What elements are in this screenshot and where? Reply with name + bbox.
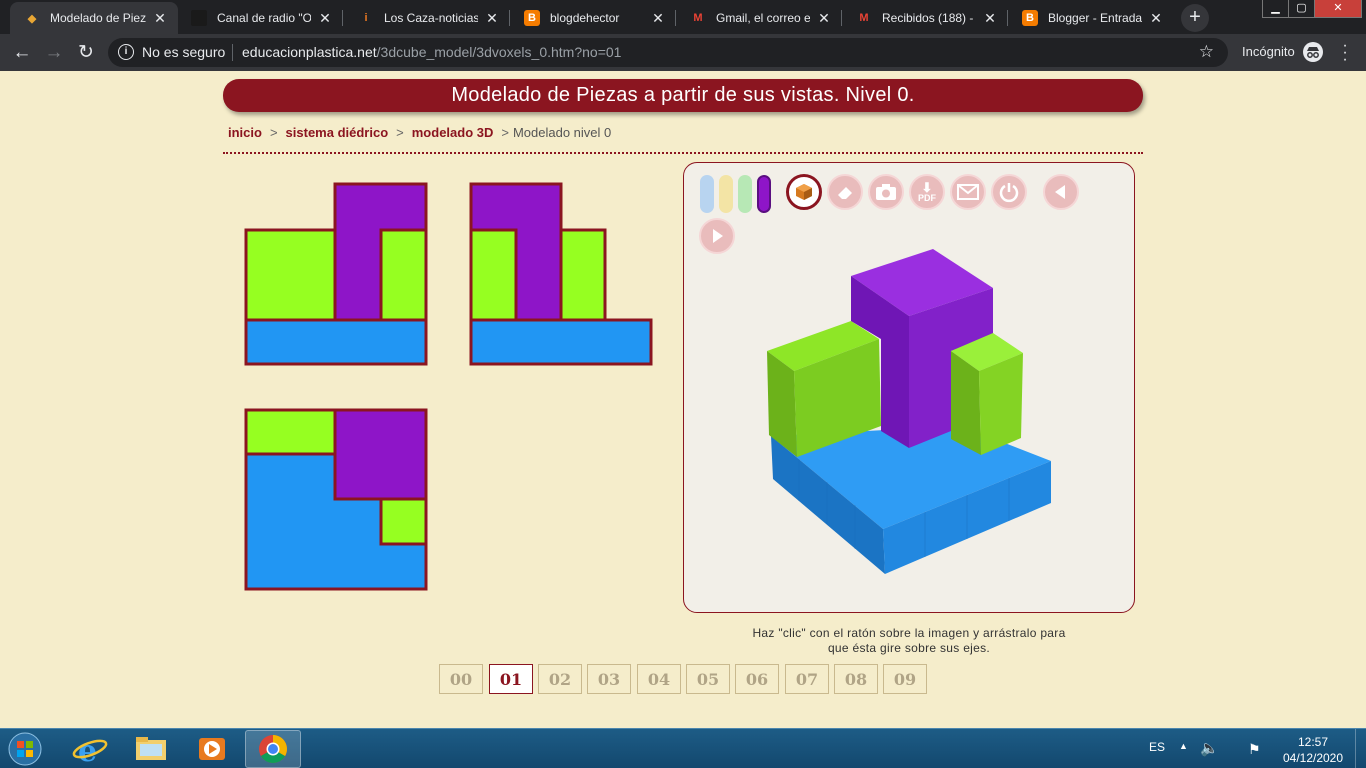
3d-model-render xyxy=(767,249,1051,574)
blogger-logo-icon: B xyxy=(1022,10,1038,26)
tab-title: Blogger - Entradas xyxy=(1048,11,1142,25)
browser-tab[interactable]: i Los Caza-noticias n ✕ xyxy=(344,2,510,34)
level-button-02[interactable]: 02 xyxy=(538,664,582,694)
media-player-icon[interactable] xyxy=(184,730,240,768)
hint-line-2: que ésta gire sobre sus ejes. xyxy=(827,641,991,655)
start-button[interactable] xyxy=(5,731,45,767)
url-host: educacionplastica.net xyxy=(242,44,377,60)
level-button-07[interactable]: 07 xyxy=(785,664,829,694)
side-view xyxy=(469,182,653,366)
clock-date: 04/12/2020 xyxy=(1282,751,1344,765)
volume-icon[interactable]: 🔈 xyxy=(1200,739,1219,757)
bookmark-star-icon[interactable]: ☆ xyxy=(1199,42,1214,62)
breadcrumb-separator: > xyxy=(269,125,278,140)
tab-title: Los Caza-noticias n xyxy=(384,11,478,25)
radio-logo-icon xyxy=(191,10,207,26)
svg-text:e: e xyxy=(78,734,97,768)
url-path: /3dcube_model/3dvoxels_0.htm?no=01 xyxy=(376,44,622,60)
info-logo-icon: i xyxy=(364,12,368,24)
chrome-icon[interactable] xyxy=(245,730,301,768)
incognito-label: Incógnito xyxy=(1242,44,1295,59)
clock[interactable]: 12:57 04/12/2020 xyxy=(1282,734,1344,766)
browser-tab[interactable]: M Gmail, el correo ele ✕ xyxy=(676,2,842,34)
minimize-button[interactable]: ▁ xyxy=(1263,0,1289,17)
windows-taskbar: e ES ▲ 🔈 ⚑ 12:57 04/12/2020 xyxy=(0,728,1366,768)
level-button-09[interactable]: 09 xyxy=(883,664,927,694)
top-view xyxy=(244,408,428,591)
dotted-divider xyxy=(223,152,1143,154)
breadcrumb-modelado-3d[interactable]: modelado 3D xyxy=(412,125,494,140)
show-desktop-button[interactable] xyxy=(1355,729,1366,768)
blogger-logo-icon: B xyxy=(524,10,540,26)
breadcrumb-separator: > xyxy=(501,125,509,140)
show-hidden-icons-icon[interactable]: ▲ xyxy=(1179,741,1188,751)
file-explorer-icon[interactable] xyxy=(123,730,179,768)
tab-title: Gmail, el correo ele xyxy=(716,11,810,25)
reload-button[interactable]: ↻ xyxy=(73,40,99,66)
level-button-01[interactable]: 01 xyxy=(489,664,533,694)
front-view xyxy=(244,182,428,366)
browser-tab[interactable]: Canal de radio "On ✕ xyxy=(177,2,343,34)
close-tab-icon[interactable]: ✕ xyxy=(317,10,333,27)
back-button[interactable]: ← xyxy=(9,40,35,66)
gmail-logo-icon: M xyxy=(693,12,703,24)
window-controls: ▁ ▢ ✕ xyxy=(1262,0,1362,18)
maximize-button[interactable]: ▢ xyxy=(1289,0,1315,17)
breadcrumb-sistema-diedrico[interactable]: sistema diédrico xyxy=(286,125,389,140)
tab-title: blogdehector xyxy=(550,11,620,25)
close-window-button[interactable]: ✕ xyxy=(1315,0,1361,17)
cube-logo-icon: ◆ xyxy=(27,12,37,25)
clock-time: 12:57 xyxy=(1297,735,1329,749)
close-tab-icon[interactable]: ✕ xyxy=(816,10,832,27)
close-tab-icon[interactable]: ✕ xyxy=(650,10,666,27)
orthographic-views xyxy=(244,182,653,591)
breadcrumb-separator: > xyxy=(396,125,404,140)
forward-button[interactable]: → xyxy=(41,40,67,66)
browser-tab-strip: ◆Modelado de Piezas✕Canal de radio "On✕i… xyxy=(0,0,1366,34)
url-text[interactable]: educacionplastica.net/3dcube_model/3dvox… xyxy=(242,44,621,60)
level-button-08[interactable]: 08 xyxy=(834,664,878,694)
tab-title: Modelado de Piezas xyxy=(50,11,146,25)
tab-separator xyxy=(342,10,343,26)
menu-dots-icon[interactable]: · · · xyxy=(1340,38,1350,68)
browser-toolbar: ← → ↻ i No es seguro educacionplastica.n… xyxy=(0,34,1366,71)
gmail-logo-icon: M xyxy=(859,12,869,24)
internet-explorer-icon[interactable]: e xyxy=(62,730,118,768)
browser-tab[interactable]: ◆ Modelado de Piezas ✕ xyxy=(10,2,178,34)
level-button-06[interactable]: 06 xyxy=(735,664,779,694)
breadcrumb: inicio > sistema diédrico > modelado 3D > Mode… xyxy=(228,125,611,140)
close-tab-icon[interactable]: ✕ xyxy=(152,10,168,27)
close-tab-icon[interactable]: ✕ xyxy=(982,10,998,27)
close-tab-icon[interactable]: ✕ xyxy=(484,10,500,27)
rotate-hint: Haz "clic" con el ratón sobre la imagen … xyxy=(720,626,1098,656)
breadcrumb-current: Modelado nivel 0 xyxy=(512,125,612,140)
security-label: No es seguro xyxy=(142,44,226,60)
browser-tab[interactable]: Bblogdehector ✕ xyxy=(510,2,676,34)
tab-title: Recibidos (188) - h xyxy=(882,11,976,25)
close-tab-icon[interactable]: ✕ xyxy=(1148,10,1164,27)
new-tab-button[interactable]: + xyxy=(1181,4,1209,32)
language-indicator[interactable]: ES xyxy=(1149,740,1165,754)
level-button-04[interactable]: 04 xyxy=(637,664,681,694)
address-bar[interactable]: i No es seguro educacionplastica.net/3dc… xyxy=(108,38,1228,67)
level-button-00[interactable]: 00 xyxy=(439,664,483,694)
level-button-03[interactable]: 03 xyxy=(587,664,631,694)
page-title: Modelado de Piezas a partir de sus vista… xyxy=(223,79,1143,112)
hint-line-1: Haz "clic" con el ratón sobre la imagen … xyxy=(752,626,1066,640)
browser-tab[interactable]: B Blogger - Entradas ✕ xyxy=(1008,2,1174,34)
tab-title: Canal de radio "On xyxy=(217,11,311,25)
breadcrumb-inicio[interactable]: inicio xyxy=(228,125,262,140)
divider xyxy=(232,44,233,61)
info-icon[interactable]: i xyxy=(118,44,134,60)
level-button-05[interactable]: 05 xyxy=(686,664,730,694)
browser-tab[interactable]: M Recibidos (188) - h ✕ xyxy=(842,2,1008,34)
3d-viewer[interactable]: ⬇ PDF xyxy=(683,162,1135,613)
network-icon[interactable]: ⚑ xyxy=(1248,741,1261,758)
incognito-icon[interactable] xyxy=(1303,42,1323,62)
